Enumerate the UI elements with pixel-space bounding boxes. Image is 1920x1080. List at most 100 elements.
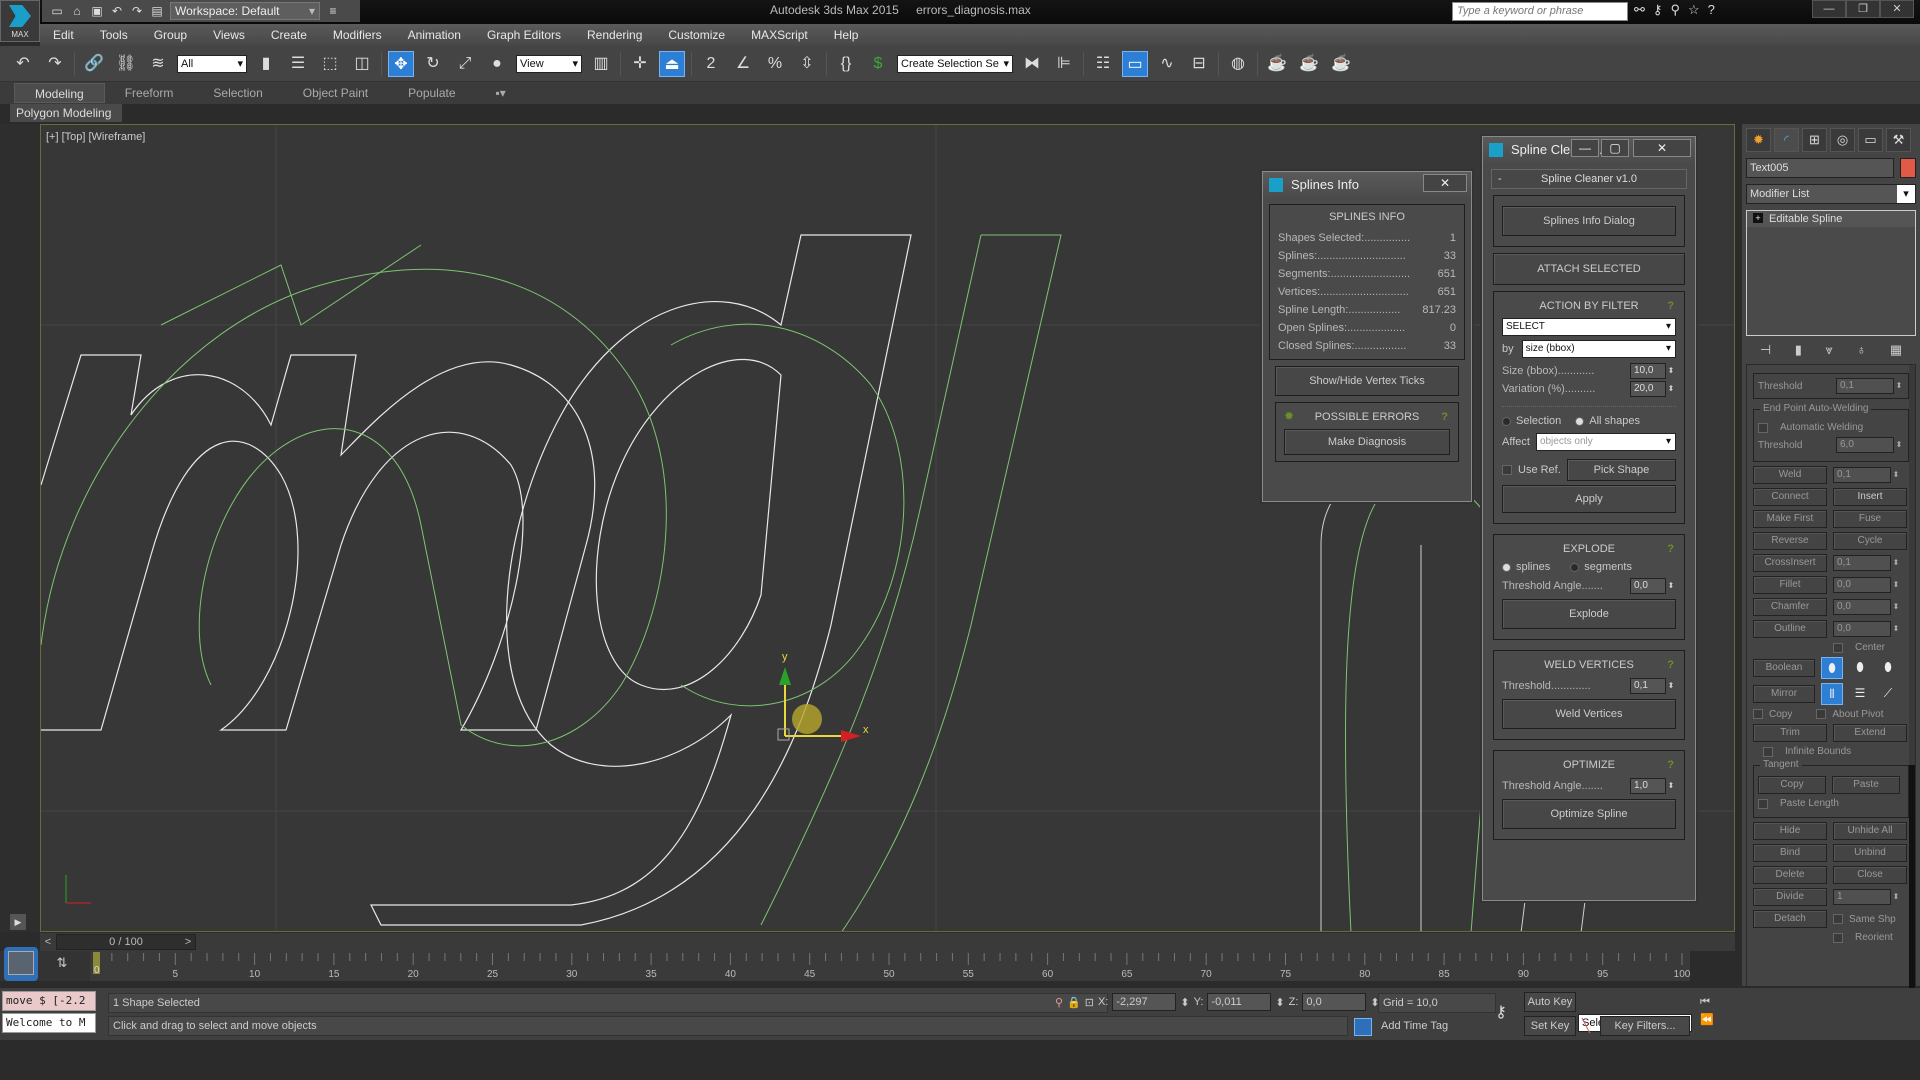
graphite-toolbar-icon[interactable]: ▭ (1122, 50, 1148, 77)
ribbon-options-icon[interactable]: ▪▾ (476, 83, 526, 103)
binoculars-icon[interactable]: ⚯ (1634, 2, 1645, 18)
spinner-value[interactable]: 6,0 (1836, 437, 1894, 453)
motion-tab-icon[interactable]: ◎ (1830, 128, 1855, 152)
chamfer-button[interactable]: Chamfer (1753, 598, 1827, 616)
show-end-result-icon[interactable]: ▮ (1795, 342, 1802, 358)
extend-button[interactable]: Extend (1833, 724, 1907, 742)
spinner-value[interactable]: 0,0 (1833, 599, 1891, 615)
modify-tab-icon[interactable]: ◜ (1774, 128, 1799, 152)
divide-button[interactable]: Divide (1753, 888, 1827, 906)
boolean-union-icon[interactable]: ⬮ (1821, 657, 1843, 679)
outline-button[interactable]: Outline (1753, 620, 1827, 638)
close-button[interactable]: ✕ (1423, 174, 1467, 192)
show-hide-vertex-ticks-button[interactable]: Show/Hide Vertex Ticks (1275, 366, 1459, 396)
spinner-value[interactable]: 0,0 (1833, 621, 1891, 637)
use-ref-checkbox[interactable]: Use Ref. (1502, 464, 1561, 476)
weld-spinner[interactable]: 0,1 ⬍ (1833, 467, 1901, 483)
chevron-down-icon[interactable]: ▾ (1897, 185, 1915, 203)
close-button[interactable]: ✕ (1633, 139, 1691, 157)
radio-icon[interactable] (1502, 562, 1511, 572)
reorient-checkbox[interactable]: Reorient (1753, 932, 1909, 943)
angle-snap-icon[interactable]: ∠ (730, 51, 756, 77)
undo-icon[interactable]: ↶ (110, 4, 124, 18)
percent-snap-icon[interactable]: % (762, 51, 788, 77)
viewport-canvas[interactable]: y x (41, 125, 1735, 932)
spinner-arrows-icon[interactable]: ⬍ (1894, 378, 1904, 394)
center-checkbox[interactable]: Center (1753, 642, 1909, 653)
threshold-spinner[interactable]: 0,1 ⬍ (1630, 677, 1676, 695)
mirror-vertical-icon[interactable]: ☰ (1849, 683, 1871, 705)
help-icon[interactable]: ? (1667, 300, 1674, 312)
mirror-button[interactable]: Mirror (1753, 685, 1815, 703)
by-dropdown[interactable]: size (bbox) (1521, 340, 1676, 358)
workspace-dropdown[interactable]: Workspace: Default (170, 2, 320, 20)
save-icon[interactable]: ▣ (90, 4, 104, 18)
rollout-header[interactable]: - Spline Cleaner v1.0 (1491, 169, 1687, 189)
menu-rendering[interactable]: Rendering (574, 28, 655, 42)
z-coordinate-input[interactable]: 0,0 (1302, 993, 1367, 1011)
crossinsert-button[interactable]: CrossInsert (1753, 554, 1827, 572)
new-file-icon[interactable]: ▭ (50, 4, 64, 18)
radio-selection[interactable]: Selection (1502, 415, 1561, 427)
qat-menu-icon[interactable]: ≡ (326, 4, 340, 18)
pivot-center-icon[interactable]: ▥ (588, 51, 614, 77)
pick-shape-button[interactable]: Pick Shape (1566, 459, 1676, 481)
automatic-welding-checkbox[interactable]: Automatic Welding (1758, 422, 1904, 433)
absolute-mode-icon[interactable]: ⊡ (1085, 996, 1094, 1009)
connect-button[interactable]: Connect (1753, 488, 1827, 506)
open-mini-curve-editor-icon[interactable]: ⇅ (50, 955, 74, 977)
help-icon[interactable]: ? (1708, 2, 1715, 18)
boolean-intersect-icon[interactable]: ⬮ (1877, 657, 1899, 679)
minimize-button[interactable]: — (1812, 0, 1846, 18)
select-object-icon[interactable]: ▮ (253, 51, 279, 77)
threshold-spinner[interactable]: 0,1 ⬍ (1836, 378, 1904, 394)
copy-checkbox[interactable]: Copy (1753, 709, 1792, 720)
spinner-value[interactable]: 0,1 (1836, 378, 1894, 394)
spinner-arrows-icon[interactable]: ⬍ (1891, 599, 1901, 615)
radio-icon[interactable] (1575, 416, 1585, 426)
create-tab-icon[interactable]: ✹ (1746, 128, 1771, 152)
time-slider[interactable]: < 0 / 100 > (40, 933, 1735, 951)
maxscript-listener-input[interactable]: Welcome to M (2, 1013, 96, 1033)
spinner-arrows-icon[interactable]: ⬍ (1666, 578, 1676, 594)
threshold-spinner[interactable]: 1,0 ⬍ (1630, 777, 1676, 795)
curve-editor-icon[interactable]: ∿ (1154, 51, 1180, 77)
set-key-button[interactable]: Set Key (1524, 1016, 1576, 1036)
spinner-arrows-icon[interactable]: ⬍ (1891, 577, 1901, 593)
menu-views[interactable]: Views (200, 28, 258, 42)
spinner-arrows-icon[interactable]: ⬍ (1666, 381, 1676, 397)
open-file-icon[interactable]: ⌂ (70, 4, 84, 18)
outline-spinner[interactable]: 0,0 ⬍ (1833, 621, 1901, 637)
viewport-label[interactable]: [+] [Top] [Wireframe] (46, 131, 145, 143)
spinner-arrows-icon[interactable]: ⬍ (1891, 467, 1901, 483)
pin-stack-icon[interactable]: ⊣ (1760, 342, 1771, 358)
menu-group[interactable]: Group (141, 28, 200, 42)
explode-button[interactable]: Explode (1502, 599, 1676, 629)
cycle-button[interactable]: Cycle (1833, 532, 1907, 550)
viewport-top[interactable]: y x [+] [Top] [Wireframe] (40, 124, 1735, 932)
time-next-icon[interactable]: > (182, 934, 194, 950)
menu-maxscript[interactable]: MAXScript (738, 28, 821, 42)
splines-info-dialog-button[interactable]: Splines Info Dialog (1502, 206, 1676, 236)
reference-coordinate-dropdown[interactable]: View (516, 54, 582, 73)
rollout-scrollbar[interactable] (1909, 365, 1915, 1003)
menu-help[interactable]: Help (821, 28, 872, 42)
spinner-arrows-icon[interactable]: ⬍ (1180, 996, 1189, 1009)
add-time-tag[interactable]: Add Time Tag (1355, 1016, 1498, 1036)
weld-button[interactable]: Weld (1753, 466, 1827, 484)
select-and-move-icon[interactable]: ✥ (388, 50, 414, 77)
menu-graph-editors[interactable]: Graph Editors (474, 28, 574, 42)
checkbox-icon[interactable] (1833, 642, 1843, 653)
radio-icon[interactable] (1570, 562, 1580, 572)
make-diagnosis-button[interactable]: Make Diagnosis (1284, 429, 1450, 455)
checkbox-icon[interactable] (1833, 932, 1843, 943)
scrollbar-thumb[interactable] (1909, 765, 1915, 1003)
help-icon[interactable]: ? (1667, 543, 1674, 555)
menu-create[interactable]: Create (258, 28, 320, 42)
play-icon[interactable]: ▶ (10, 914, 26, 930)
boolean-subtract-icon[interactable]: ⬮ (1849, 657, 1871, 679)
tab-selection[interactable]: Selection (193, 83, 282, 103)
schematic-view-icon[interactable]: ⊟ (1186, 51, 1212, 77)
select-and-rotate-icon[interactable]: ↻ (420, 51, 446, 77)
attach-selected-button[interactable]: ATTACH SELECTED (1493, 253, 1685, 285)
